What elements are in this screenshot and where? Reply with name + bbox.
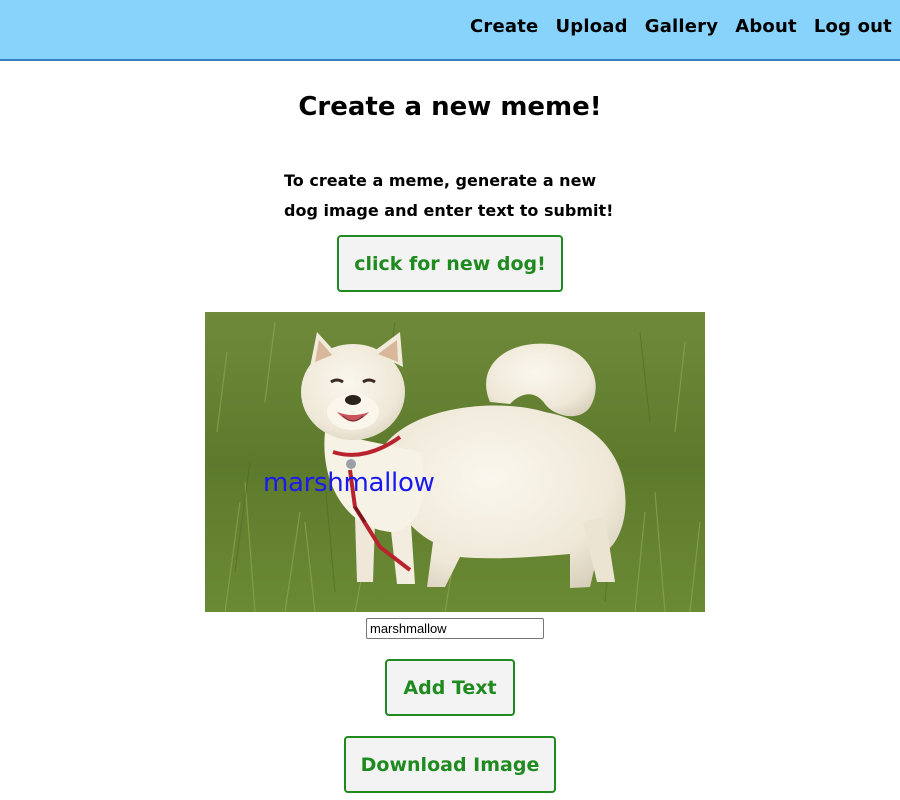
nav-link-logout[interactable]: Log out bbox=[814, 16, 892, 37]
nav-link-gallery[interactable]: Gallery bbox=[645, 16, 718, 37]
nav-links: Create Upload Gallery About Log out bbox=[470, 16, 892, 37]
nav-link-create[interactable]: Create bbox=[470, 16, 538, 37]
add-text-button[interactable]: Add Text bbox=[385, 659, 515, 716]
page-title: Create a new meme! bbox=[298, 92, 602, 122]
caption-input[interactable] bbox=[366, 618, 544, 639]
nav-link-upload[interactable]: Upload bbox=[555, 16, 627, 37]
top-navbar: Create Upload Gallery About Log out bbox=[0, 0, 900, 61]
meme-image: marshmallow bbox=[205, 312, 705, 612]
meme-caption-text: marshmallow bbox=[263, 468, 435, 498]
nav-link-about[interactable]: About bbox=[735, 16, 797, 37]
dog-photo bbox=[205, 312, 705, 612]
instructions-text: To create a meme, generate a new dog ima… bbox=[284, 171, 614, 220]
new-dog-button[interactable]: click for new dog! bbox=[337, 235, 563, 292]
download-image-button[interactable]: Download Image bbox=[344, 736, 556, 793]
